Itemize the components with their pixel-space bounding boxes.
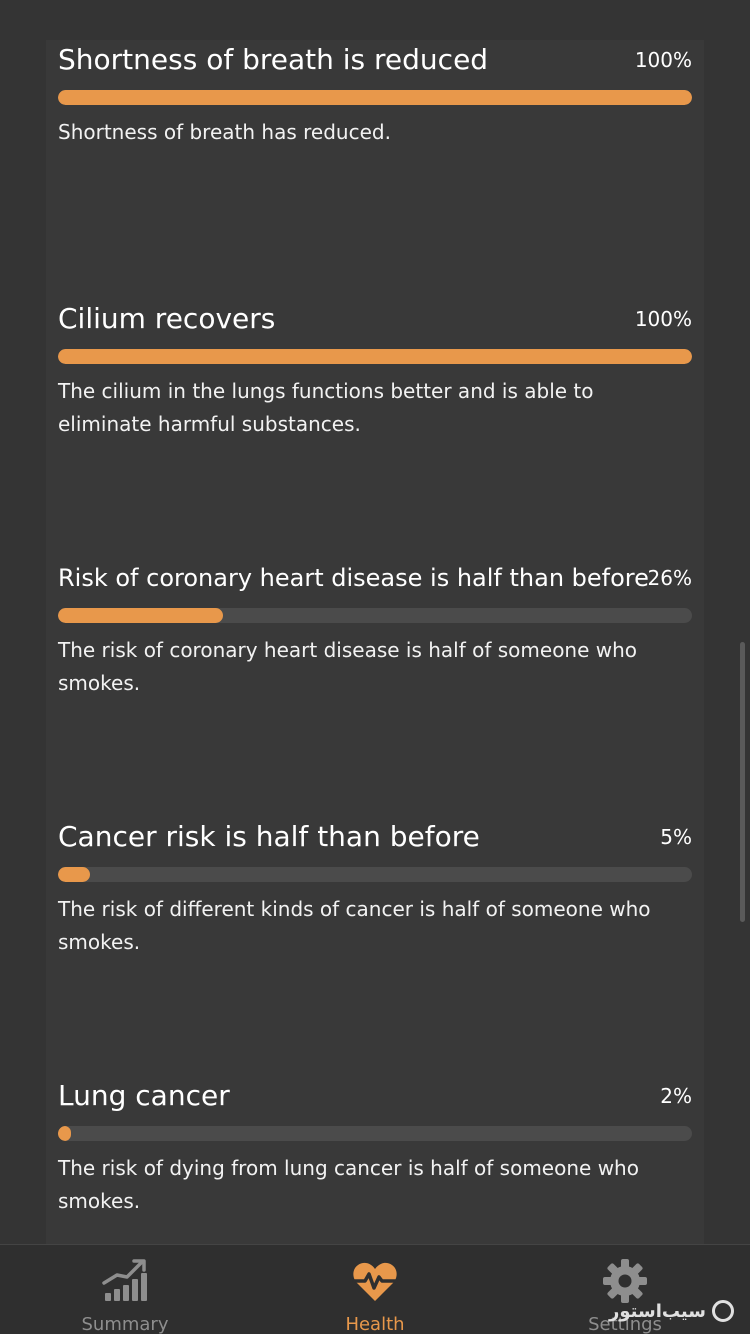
milestone-card[interactable]: Risk of coronary heart disease is half t…	[46, 558, 704, 817]
milestone-description: Shortness of breath has reduced.	[58, 120, 391, 144]
progress-track	[58, 608, 692, 623]
progress-fill	[58, 867, 90, 882]
progress-fill	[58, 90, 692, 105]
milestone-title: Risk of coronary heart disease is half t…	[58, 564, 649, 592]
milestone-title: Cancer risk is half than before	[58, 820, 480, 853]
progress-fill	[58, 608, 223, 623]
milestone-percent: 5%	[660, 825, 692, 849]
milestone-title: Cilium recovers	[58, 302, 276, 335]
chart-up-icon	[102, 1259, 147, 1301]
health-screen: Shortness of breath is reduced 100% Shor…	[0, 0, 750, 1334]
tab-label: Health	[345, 1314, 405, 1334]
progress-fill	[58, 349, 692, 364]
milestone-list[interactable]: Shortness of breath is reduced 100% Shor…	[0, 0, 750, 1244]
milestone-card[interactable]: Cilium recovers 100% The cilium in the l…	[46, 299, 704, 558]
watermark: سیب‌استور	[609, 1294, 734, 1328]
scrollbar[interactable]	[740, 642, 745, 922]
milestone-description: The cilium in the lungs functions better…	[58, 379, 594, 436]
progress-track	[58, 90, 692, 105]
milestone-title: Shortness of breath is reduced	[58, 43, 489, 76]
milestone-card[interactable]: Cancer risk is half than before 5% The r…	[46, 817, 704, 1076]
milestone-percent: 100%	[634, 307, 692, 331]
watermark-text: سیب‌استور	[609, 1300, 706, 1322]
tab-label: Summary	[81, 1314, 169, 1334]
milestone-percent: 100%	[634, 48, 692, 72]
milestone-description: The risk of coronary heart disease is ha…	[58, 638, 638, 695]
milestone-description: The risk of different kinds of cancer is…	[58, 897, 651, 954]
milestone-title: Lung cancer	[58, 1079, 230, 1112]
progress-fill	[58, 1126, 71, 1141]
milestone-percent: 2%	[660, 1084, 692, 1108]
store-logo-icon	[712, 1300, 734, 1322]
milestone-description: The risk of dying from lung cancer is ha…	[58, 1156, 639, 1213]
progress-track	[58, 1126, 692, 1141]
milestone-percent: 26%	[647, 566, 692, 590]
heart-pulse-icon	[352, 1262, 398, 1301]
milestone-card[interactable]: Shortness of breath is reduced 100% Shor…	[46, 40, 704, 299]
tab-health[interactable]: Health	[250, 1245, 500, 1334]
progress-track	[58, 867, 692, 882]
progress-track	[58, 349, 692, 364]
tab-summary[interactable]: Summary	[0, 1245, 250, 1334]
milestone-card[interactable]: Lung cancer 2% The risk of dying from lu…	[46, 1076, 704, 1244]
